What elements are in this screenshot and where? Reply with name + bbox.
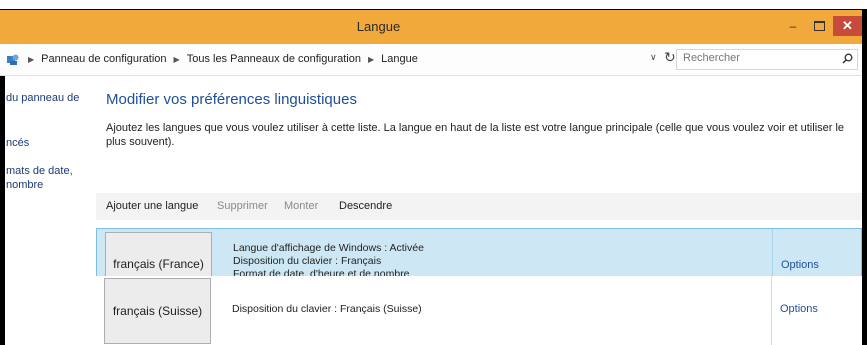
remove-button[interactable]: Supprimer [217,200,268,212]
control-panel-icon [7,54,19,65]
search-box[interactable] [676,49,858,70]
language-detail-line: Disposition du clavier : Français (Suiss… [232,303,422,315]
maximize-button[interactable] [808,17,830,35]
page-description: Ajoutez les langues que vous voulez util… [106,122,845,148]
options-link[interactable]: Options [781,259,819,271]
breadcrumb-tous-panneaux[interactable]: Tous les Panneaux de configuration [187,53,361,65]
breadcrumb-separator-icon: ▶ [173,54,180,64]
breadcrumb-panneau[interactable]: Panneau de configuration [41,53,166,65]
search-icon[interactable] [842,53,853,64]
language-detail-line: Disposition du clavier : Français [233,255,382,267]
row-divider [771,276,772,345]
language-tile[interactable]: français (Suisse) [104,278,211,344]
sidebar-link-formats[interactable]: mats de date, [6,164,73,178]
minimize-icon: – [789,19,797,33]
address-bar[interactable]: ▶ Panneau de configuration ▶ Tous les Pa… [0,44,862,76]
sidebar-link-home[interactable]: du panneau de [6,91,79,105]
window-titlebar[interactable]: Langue – ✕ [0,9,862,44]
language-toolbar: Ajouter une langue Supprimer Monter Desc… [96,193,862,220]
breadcrumb-separator-icon: ▶ [28,54,35,64]
address-dropdown-icon[interactable]: ∨ [650,52,657,63]
sidebar-link-formats-cont[interactable]: nombre [6,178,43,192]
refresh-icon[interactable]: ↻ [664,49,676,66]
sidebar-link-advanced[interactable]: ncés [6,136,29,150]
screen-top-strip [0,0,867,9]
page-title: Modifier vos préférences linguistiques [106,91,357,108]
language-details: Disposition du clavier : Français (Suiss… [232,303,422,316]
search-input[interactable] [683,52,833,64]
options-link[interactable]: Options [780,303,818,315]
window-title: Langue [356,19,401,34]
move-down-button[interactable]: Descendre [339,200,392,212]
breadcrumb-langue[interactable]: Langue [381,53,418,65]
close-button[interactable]: ✕ [833,16,862,36]
add-language-button[interactable]: Ajouter une langue [106,200,198,212]
maximize-icon [813,21,825,31]
breadcrumb[interactable]: ▶ Panneau de configuration ▶ Tous les Pa… [21,53,418,65]
close-icon: ✕ [842,18,853,33]
move-up-button[interactable]: Monter [284,200,318,212]
breadcrumb-separator-icon: ▶ [368,54,375,64]
sidebar: du panneau de ncés mats de date, nombre [0,76,96,345]
language-row[interactable]: français (Suisse) Disposition du clavier… [96,276,862,345]
window-right-edge [862,9,867,345]
minimize-button[interactable]: – [782,17,804,35]
language-detail-line: Langue d'affichage de Windows : Activée [233,242,424,254]
